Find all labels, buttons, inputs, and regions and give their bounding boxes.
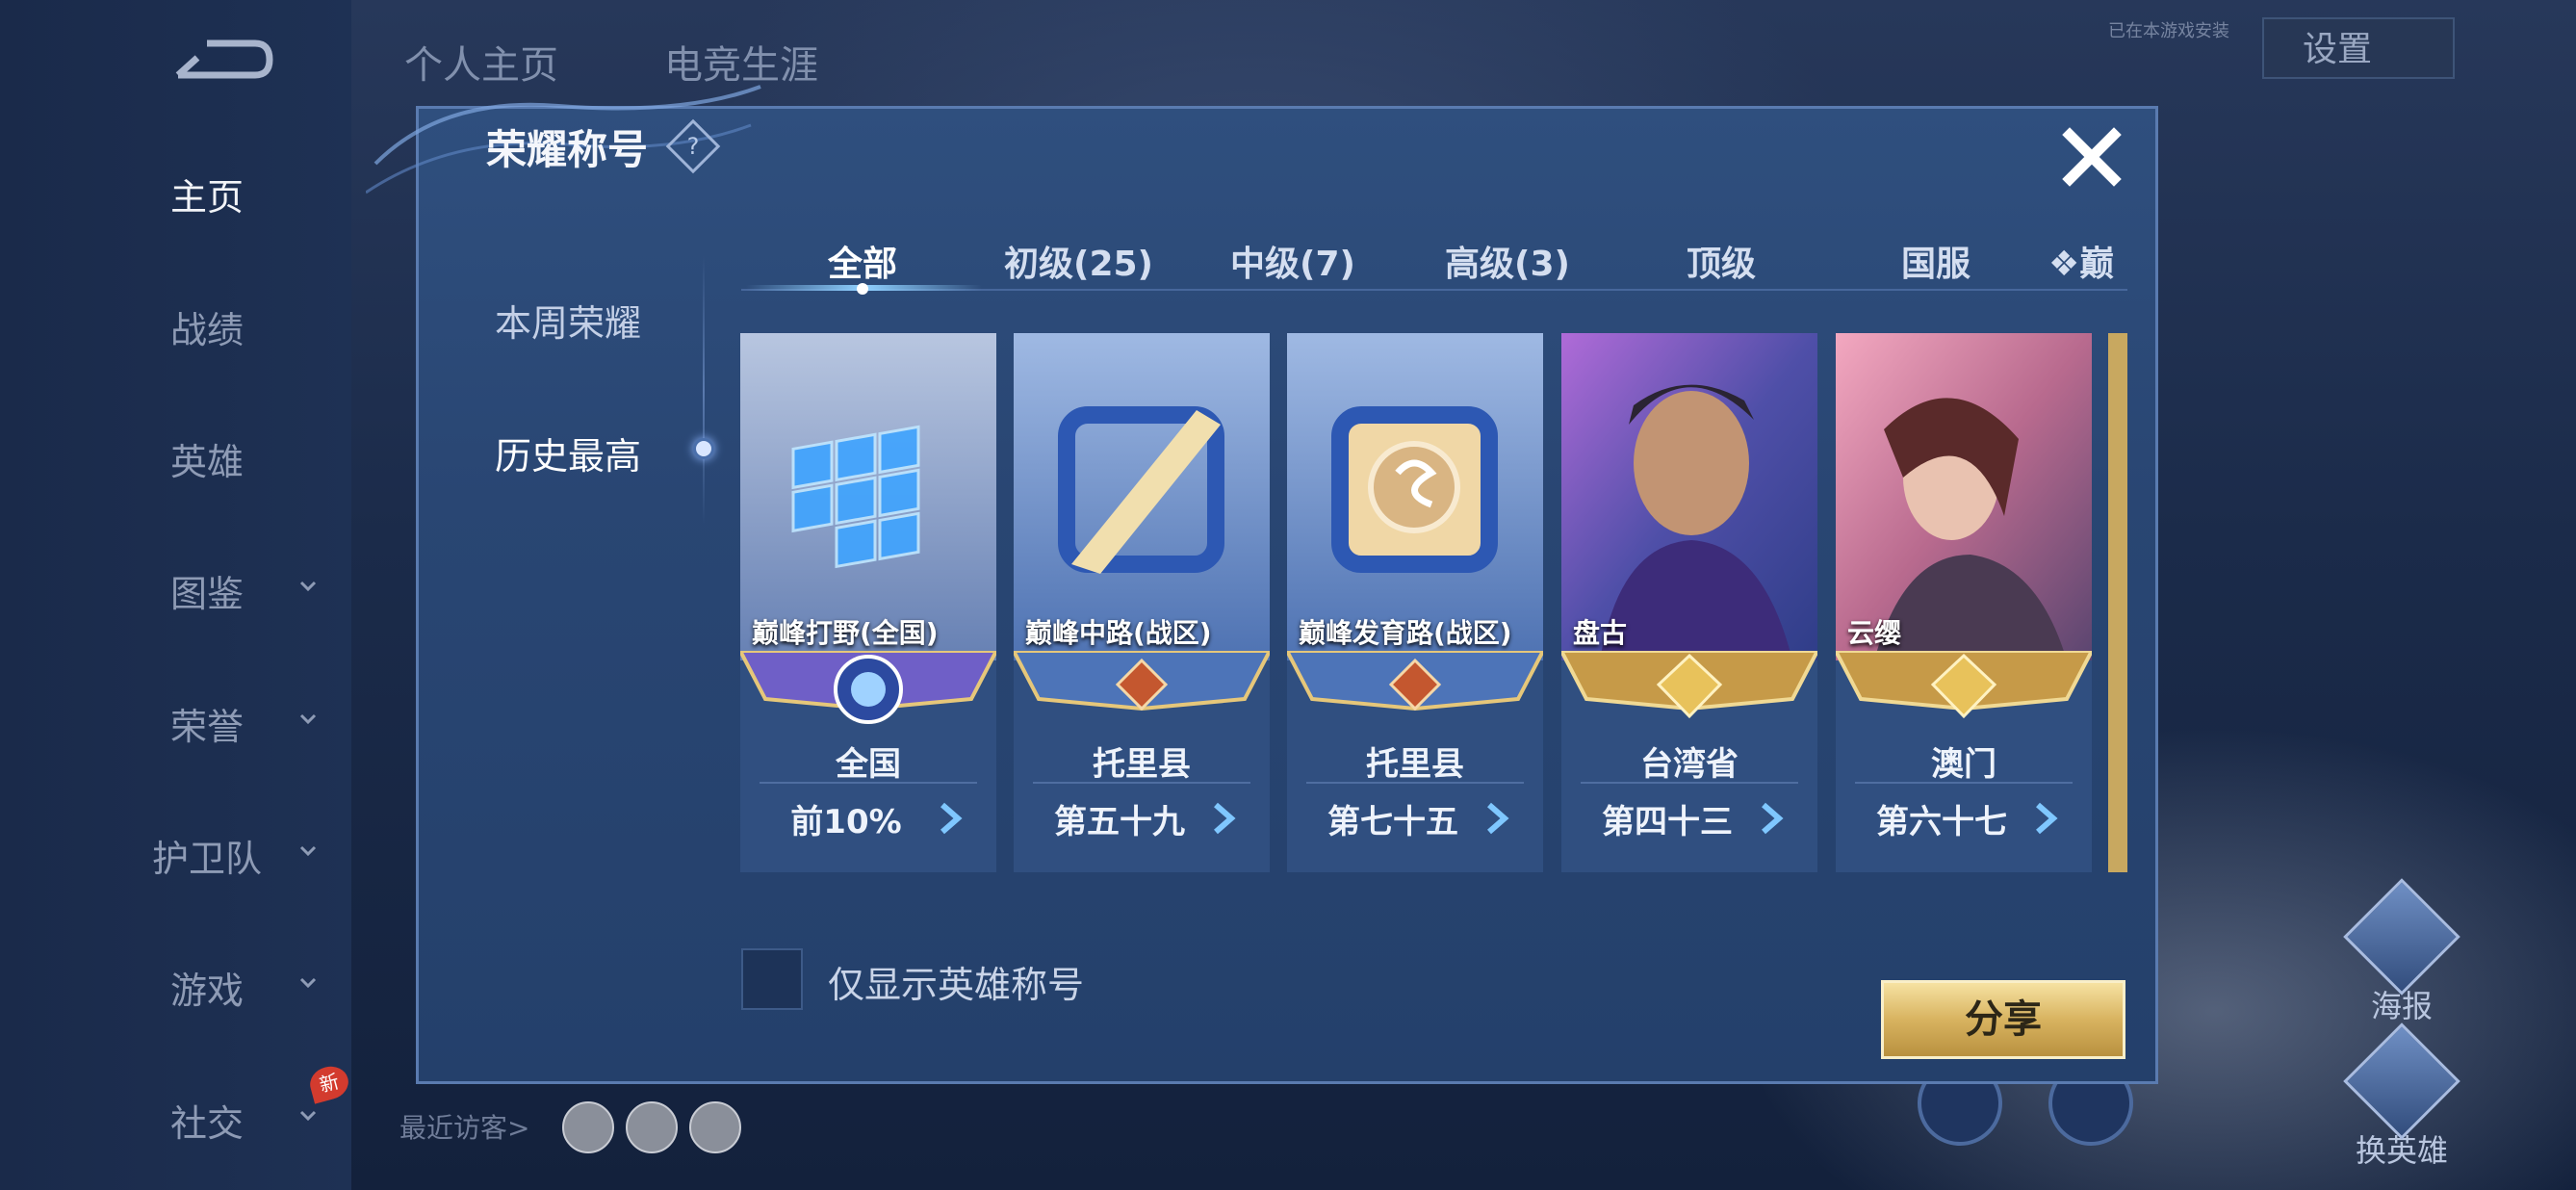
chevron-down-icon xyxy=(299,713,317,725)
change-hero-button[interactable]: 换英雄 xyxy=(2343,1022,2460,1171)
card-title: 云缨 xyxy=(1847,617,1902,649)
avatar[interactable] xyxy=(626,1101,678,1153)
title-card[interactable]: 盘古 台湾省 第四十三 xyxy=(1561,333,1817,872)
nav-item-social[interactable]: 社交 xyxy=(125,1095,318,1152)
title-card[interactable]: 巅峰发育路(战区) 托里县 第七十五 xyxy=(1287,333,1543,872)
card-title: 巅峰中路(战区) xyxy=(1025,617,1212,649)
back-icon[interactable] xyxy=(164,29,279,96)
nav-item-honor[interactable]: 荣誉 xyxy=(125,698,318,756)
checkbox-label: 仅显示英雄称号 xyxy=(828,964,1085,1006)
card-rank: 第五十九 xyxy=(1054,803,1185,841)
nav-item-label: 游戏 xyxy=(169,970,244,1012)
tab-national[interactable]: 国服 xyxy=(1901,236,1971,286)
side-tab-weekly[interactable]: 本周荣耀 xyxy=(443,294,693,347)
tab-top[interactable]: 顶级 xyxy=(1687,236,1756,286)
card-rank: 第四十三 xyxy=(1602,803,1733,841)
nav-item-games[interactable]: 游戏 xyxy=(125,962,318,1020)
card-region: 托里县 xyxy=(1366,745,1464,784)
divider xyxy=(1581,782,1798,784)
nav-item-label: 英雄 xyxy=(169,441,244,483)
recent-visitors-label[interactable]: 最近访客> xyxy=(399,1107,529,1146)
chevron-right-icon xyxy=(1762,802,1784,835)
divider xyxy=(1306,782,1524,784)
divider xyxy=(1033,782,1250,784)
chevron-right-icon xyxy=(1214,802,1236,835)
hero-portrait xyxy=(1836,333,2092,660)
card-region: 澳门 xyxy=(1931,745,1996,784)
nav-item-gallery[interactable]: 图鉴 xyxy=(125,565,318,623)
avatar[interactable] xyxy=(562,1101,614,1153)
nav-item-label: 图鉴 xyxy=(169,573,244,615)
divider xyxy=(760,782,977,784)
tab-peak[interactable]: ❖巅 xyxy=(2048,236,2114,286)
hint-text: 已在本游戏安装 xyxy=(2108,21,2229,41)
card-title: 巅峰发育路(战区) xyxy=(1299,617,1512,649)
change-hero-icon xyxy=(2343,1022,2460,1140)
tab-beginner[interactable]: 初级(25) xyxy=(1004,236,1153,286)
share-label: 分享 xyxy=(1965,997,2042,1042)
card-region: 全国 xyxy=(836,745,901,784)
card-rank: 第六十七 xyxy=(1876,803,2007,841)
tab-all[interactable]: 全部 xyxy=(828,236,897,286)
nav-item-label: 荣誉 xyxy=(169,706,244,748)
chevron-right-icon xyxy=(940,802,963,835)
nav-item-records[interactable]: 战绩 xyxy=(125,301,318,359)
close-icon[interactable] xyxy=(2058,123,2125,191)
card-region: 台湾省 xyxy=(1640,745,1739,784)
chevron-down-icon xyxy=(299,845,317,857)
tab-intermediate[interactable]: 中级(7) xyxy=(1230,236,1355,286)
nav-item-guard[interactable]: 护卫队 xyxy=(125,830,318,888)
hero-titles-only-checkbox[interactable] xyxy=(741,948,803,1010)
title-card[interactable]: 云缨 澳门 第六十七 xyxy=(1836,333,2092,872)
nav-item-label: 主页 xyxy=(169,176,244,219)
card-art xyxy=(740,333,996,660)
nav-item-label: 战绩 xyxy=(169,309,244,351)
settings-button[interactable]: 设置 xyxy=(2262,17,2455,79)
nav-item-heroes[interactable]: 英雄 xyxy=(125,433,318,491)
title-card[interactable]: 巅峰中路(战区) 托里县 第五十九 xyxy=(1014,333,1270,872)
chevron-right-icon xyxy=(1487,802,1509,835)
card-title: 盘古 xyxy=(1573,617,1628,649)
share-button[interactable]: 分享 xyxy=(1881,980,2125,1059)
card-art xyxy=(1287,333,1543,660)
active-indicator xyxy=(693,438,714,459)
card-title: 巅峰打野(全国) xyxy=(752,617,939,649)
nav-item-home[interactable]: 主页 xyxy=(125,168,318,226)
poster-button[interactable]: 海报 xyxy=(2343,878,2460,1026)
avatar[interactable] xyxy=(689,1101,741,1153)
side-tab-history-best[interactable]: 历史最高 xyxy=(443,427,693,479)
dialog-title: 荣耀称号 xyxy=(486,126,649,173)
title-card[interactable]: 巅峰打野(全国) 全国 前10% xyxy=(740,333,996,872)
card-rank: 第七十五 xyxy=(1327,803,1458,841)
nav-item-label: 社交 xyxy=(169,1102,244,1145)
chevron-down-icon xyxy=(299,581,317,592)
title-card-partial[interactable] xyxy=(2108,333,2127,872)
chevron-right-icon xyxy=(2036,802,2058,835)
settings-label: 设置 xyxy=(2303,30,2373,69)
divider xyxy=(1855,782,2073,784)
active-tab-dot xyxy=(857,283,868,295)
help-symbol: ? xyxy=(686,133,700,160)
card-rank: 前10% xyxy=(790,803,902,841)
divider xyxy=(703,255,705,525)
chevron-down-icon xyxy=(299,1110,317,1122)
tab-advanced[interactable]: 高级(3) xyxy=(1445,236,1570,286)
nav-item-label: 护卫队 xyxy=(151,838,262,880)
chevron-down-icon xyxy=(299,977,317,989)
hero-portrait xyxy=(1561,333,1817,660)
poster-icon xyxy=(2343,878,2460,996)
card-region: 托里县 xyxy=(1093,745,1191,784)
card-art xyxy=(1014,333,1270,660)
